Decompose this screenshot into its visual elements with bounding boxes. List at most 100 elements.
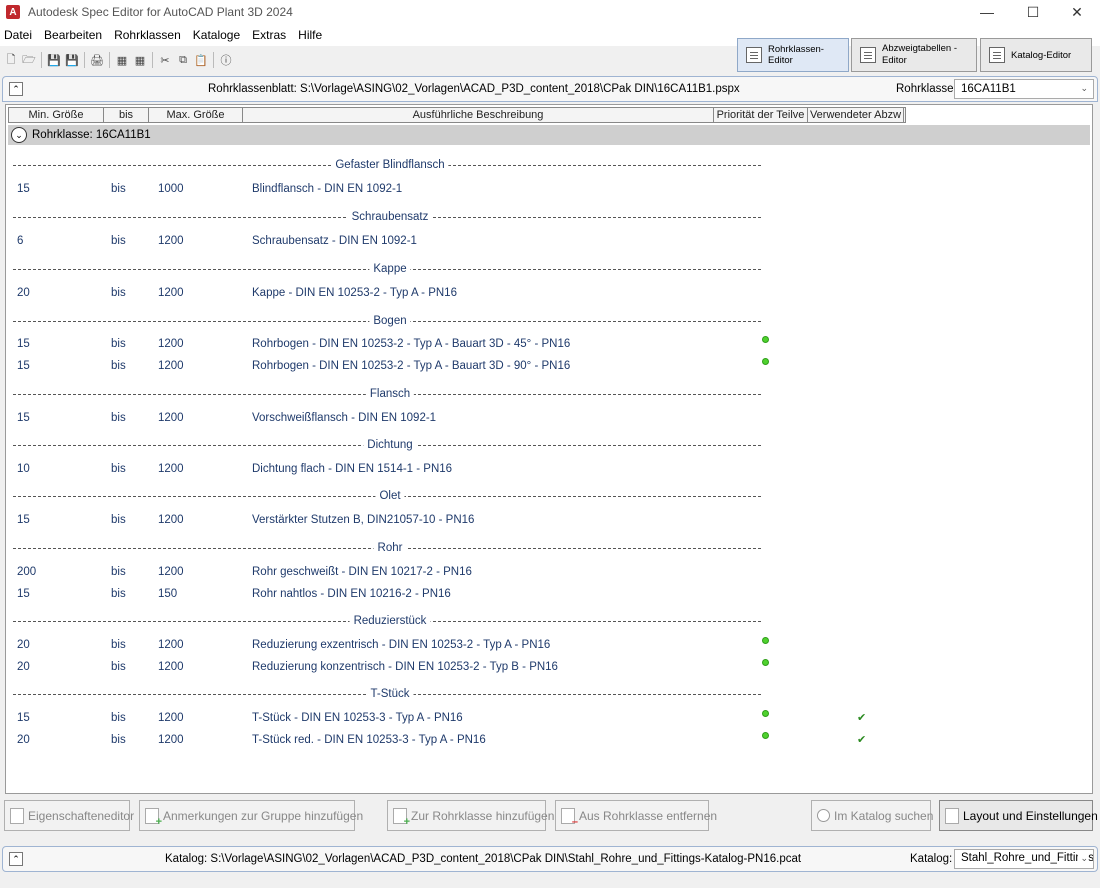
- cell-max-size: 150: [158, 588, 178, 600]
- cell-description: Vorschweißflansch - DIN EN 1092-1: [252, 412, 437, 424]
- col-description[interactable]: Ausführliche Beschreibung: [243, 108, 714, 122]
- add-to-class-button[interactable]: Zur Rohrklasse hinzufügen: [387, 800, 554, 831]
- table-row[interactable]: 20 bis 1200 Kappe - DIN EN 10253-2 - Typ A …: [6, 285, 1092, 301]
- app-icon: A: [6, 5, 20, 19]
- col-max-size[interactable]: Max. Größe: [149, 108, 243, 122]
- close-icon[interactable]: ✕: [1054, 0, 1100, 24]
- save-icon[interactable]: 💾: [46, 52, 62, 68]
- cell-max-size: 1200: [158, 463, 184, 475]
- remove-icon: [561, 807, 578, 828]
- cell-max-size: 1200: [158, 412, 184, 424]
- search-catalog-button[interactable]: Im Katalog suchen: [811, 800, 934, 831]
- table-row[interactable]: 6 bis 1200 Schraubensatz - DIN EN 1092-1: [6, 233, 1092, 249]
- table-row[interactable]: 15 bis 1000 Blindflansch - DIN EN 1092-1: [6, 181, 1092, 197]
- layout-settings-button[interactable]: Layout und Einstellungen: [939, 800, 1098, 831]
- help-icon[interactable]: ⓘ: [218, 52, 234, 68]
- cell-bis: bis: [111, 183, 126, 195]
- remove-from-class-button[interactable]: Aus Rohrklasse entfernen: [555, 800, 717, 831]
- spec-grid[interactable]: Min. Größe bis Max. Größe Ausführliche B…: [5, 104, 1093, 794]
- cell-description: Schraubensatz - DIN EN 1092-1: [252, 235, 417, 247]
- checkmark-icon: ✔: [857, 712, 867, 724]
- menu-hilfe[interactable]: Hilfe: [294, 28, 328, 42]
- cell-description: Reduzierung exzentrisch - DIN EN 10253-2…: [252, 639, 551, 651]
- table-edit-icon[interactable]: ▦: [132, 52, 148, 68]
- menu-kataloge[interactable]: Kataloge: [189, 28, 246, 42]
- section-title: Kappe: [369, 262, 411, 276]
- cell-min-size: 15: [17, 183, 30, 195]
- table-row[interactable]: 20 bis 1200 T-Stück red. - DIN EN 10253-3 -…: [6, 732, 1092, 748]
- table-row[interactable]: 15 bis 150 Rohr nahtlos - DIN EN 10216-2 - …: [6, 586, 1092, 602]
- properties-editor-button[interactable]: Eigenschafteneditor: [4, 800, 134, 831]
- menu-bearbeiten[interactable]: Bearbeiten: [40, 28, 108, 42]
- cell-min-size: 20: [17, 287, 30, 299]
- table-row[interactable]: 15 bis 1200 Rohrbogen - DIN EN 10253-2 - Ty…: [6, 336, 1092, 352]
- col-empty: [904, 108, 905, 122]
- section-separator: Kappe: [13, 262, 761, 276]
- spec-sheet-path: Rohrklassenblatt: S:\Vorlage\ASING\02_Vo…: [208, 83, 740, 95]
- table-row[interactable]: 10 bis 1200 Dichtung flach - DIN EN 1514-1 …: [6, 461, 1092, 477]
- section-title: Flansch: [365, 387, 415, 401]
- section-separator: T-Stück: [13, 687, 761, 701]
- tab-rohrklassen-editor[interactable]: Rohrklassen-Editor: [737, 38, 849, 72]
- cell-bis: bis: [111, 712, 126, 724]
- group-row[interactable]: ⌄ Rohrklasse: 16CA11B1: [8, 125, 1090, 145]
- toolbar-separator: [84, 52, 85, 68]
- table-row[interactable]: 20 bis 1200 Reduzierung exzentrisch - DIN E…: [6, 637, 1092, 653]
- add-notes-button[interactable]: Anmerkungen zur Gruppe hinzufügen: [139, 800, 363, 831]
- cell-min-size: 10: [17, 463, 30, 475]
- tab-katalog-editor[interactable]: Katalog-Editor: [980, 38, 1092, 72]
- cell-min-size: 20: [17, 734, 30, 746]
- print-icon[interactable]: 🖨: [89, 52, 105, 68]
- section-title: T-Stück: [366, 687, 414, 701]
- toolbar-separator: [41, 52, 42, 68]
- table-icon[interactable]: ▦: [114, 52, 130, 68]
- collapse-icon[interactable]: ⌃: [9, 82, 23, 96]
- col-branch[interactable]: Verwendeter Abzw: [808, 108, 904, 122]
- cell-bis: bis: [111, 734, 126, 746]
- col-bis[interactable]: bis: [104, 108, 149, 122]
- spec-sheet-bar: ⌃ Rohrklassenblatt: S:\Vorlage\ASING\02_…: [2, 76, 1098, 102]
- minimize-icon[interactable]: —: [964, 0, 1010, 24]
- section-title: Schraubensatz: [347, 210, 433, 224]
- cell-min-size: 6: [17, 235, 24, 247]
- section-separator: Dichtung: [13, 438, 761, 452]
- copy-icon[interactable]: ⧉: [175, 52, 191, 68]
- cell-max-size: 1200: [158, 639, 184, 651]
- table-row[interactable]: 15 bis 1200 Rohrbogen - DIN EN 10253-2 - Ty…: [6, 358, 1092, 374]
- col-min-size[interactable]: Min. Größe: [9, 108, 104, 122]
- toolbar-separator: [152, 52, 153, 68]
- cell-description: T-Stück red. - DIN EN 10253-3 - Typ A - …: [252, 734, 486, 746]
- catalog-select[interactable]: Stahl_Rohre_und_Fittings-Katalog-PN16 ⌄: [954, 849, 1094, 869]
- tab-abzweigtabellen-editor[interactable]: Abzweigtabellen -Editor: [851, 38, 977, 72]
- table-row[interactable]: 15 bis 1200 Vorschweißflansch - DIN EN 1092…: [6, 410, 1092, 426]
- group-label: Rohrklasse: 16CA11B1: [32, 129, 151, 141]
- cell-max-size: 1200: [158, 235, 184, 247]
- cell-max-size: 1200: [158, 287, 184, 299]
- menu-datei[interactable]: Datei: [0, 28, 38, 42]
- pipe-class-select[interactable]: 16CA11B1 ⌄: [954, 79, 1094, 99]
- chevron-down-icon[interactable]: ⌄: [11, 127, 27, 143]
- col-priority[interactable]: Priorität der Teilve: [714, 108, 808, 122]
- cut-icon[interactable]: ✂: [157, 52, 173, 68]
- maximize-icon[interactable]: ☐: [1010, 0, 1056, 24]
- table-row[interactable]: 200 bis 1200 Rohr geschweißt - DIN EN 10217…: [6, 564, 1092, 580]
- table-row[interactable]: 15 bis 1200 T-Stück - DIN EN 10253-3 - Typ …: [6, 710, 1092, 726]
- table-row[interactable]: 20 bis 1200 Reduzierung konzentrisch - DIN …: [6, 659, 1092, 675]
- cell-description: Rohr nahtlos - DIN EN 10216-2 - PN16: [252, 588, 451, 600]
- save-all-icon[interactable]: 💾: [64, 52, 80, 68]
- toolbar-separator: [213, 52, 214, 68]
- cell-max-size: 1200: [158, 360, 184, 372]
- table-row[interactable]: 15 bis 1200 Verstärkter Stutzen B, DIN21057…: [6, 512, 1092, 528]
- button-label: Im Katalog suchen: [834, 808, 934, 823]
- paste-icon[interactable]: 📋: [193, 52, 209, 68]
- menu-extras[interactable]: Extras: [248, 28, 292, 42]
- menu-rohrklassen[interactable]: Rohrklassen: [110, 28, 187, 42]
- open-folder-icon[interactable]: 🗁: [21, 52, 37, 68]
- priority-dot-icon: [762, 732, 769, 739]
- section-title: Bogen: [369, 314, 411, 328]
- new-file-icon[interactable]: 🗋: [3, 52, 19, 68]
- cell-description: Rohrbogen - DIN EN 10253-2 - Typ A - Bau…: [252, 360, 571, 372]
- collapse-icon[interactable]: ⌃: [9, 852, 23, 866]
- chevron-down-icon: ⌄: [1080, 83, 1088, 93]
- cell-min-size: 15: [17, 514, 30, 526]
